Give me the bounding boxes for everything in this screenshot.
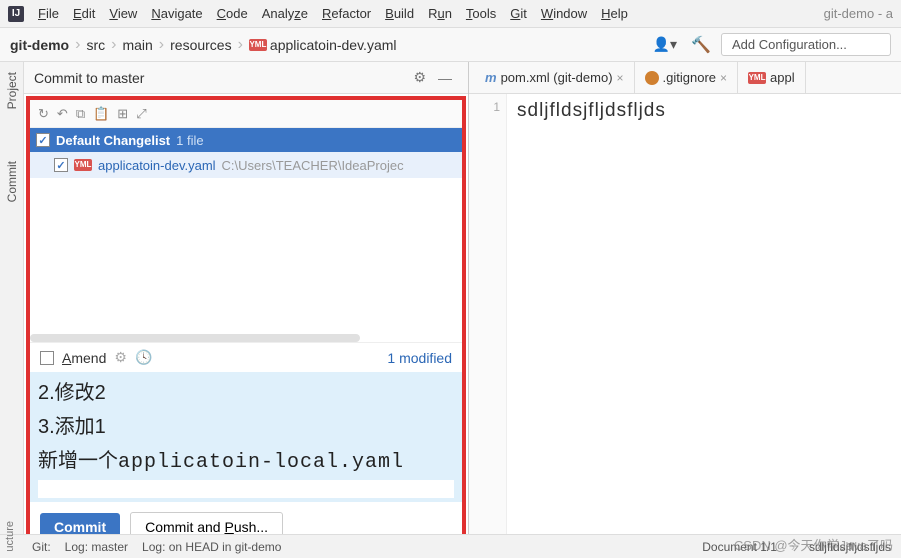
menu-view[interactable]: View [103,4,143,23]
sidebar-tab-commit[interactable]: Commit [5,155,19,208]
yaml-file-icon: YML [74,159,92,171]
menu-tools[interactable]: Tools [460,4,502,23]
msg-empty-line [38,480,454,498]
amend-checkbox[interactable]: ✓ [40,351,54,365]
commit-panel-header: Commit to master ⚙ — [24,62,468,94]
menu-code[interactable]: Code [211,4,254,23]
menu-git[interactable]: Git [504,4,533,23]
commit-toolbar: ↻ ↶ ⧉ 📋 ⊞ ⤢ [30,100,462,128]
left-tool-rail: Project Commit [0,62,24,558]
file-checkbox[interactable]: ✓ [54,158,68,172]
amend-label[interactable]: Amend [62,350,106,366]
code-content[interactable]: sdljfldsjfljdsfljds [507,94,676,558]
yaml-file-icon: YML [249,39,267,51]
build-icon[interactable]: 🔨 [691,35,711,55]
close-icon[interactable]: × [617,71,624,85]
commit-message-area[interactable]: 2.修改2 3.添加1 新增一个applicatoin-local.yaml [30,372,462,502]
amend-row: ✓ Amend ⚙ 🕓 1 modified [30,342,462,372]
tab-appl[interactable]: YML appl [738,62,806,93]
chevron-right-icon: › [109,36,118,54]
group-icon[interactable]: ⊞ [117,106,128,122]
sidebar-tab-project[interactable]: Project [5,66,19,115]
expand-icon[interactable]: ⤢ [136,106,146,122]
status-git[interactable]: Git: [32,540,51,554]
breadcrumb: git-demo › src › main › resources › YML … [10,36,397,54]
modified-count[interactable]: 1 modified [387,350,452,366]
menu-bar: IJ File Edit View Navigate Code Analyze … [0,0,901,28]
editor-area: m pom.xml (git-demo) × .gitignore × YML … [469,62,901,558]
commit-title: Commit to master [34,70,407,86]
editor-tabs: m pom.xml (git-demo) × .gitignore × YML … [469,62,901,94]
line-gutter: 1 [469,94,507,558]
breadcrumb-file[interactable]: YML applicatoin-dev.yaml [249,37,397,53]
gitignore-file-icon [645,71,659,85]
menu-analyze[interactable]: Analyze [256,4,314,23]
yaml-file-icon: YML [748,72,766,84]
chevron-right-icon: › [157,36,166,54]
menu-window[interactable]: Window [535,4,593,23]
tab-gitignore[interactable]: .gitignore × [635,62,739,93]
rollback-icon[interactable]: ↶ [57,106,68,122]
changelist-icon[interactable]: 📋 [93,106,109,122]
highlight-annotation: ↻ ↶ ⧉ 📋 ⊞ ⤢ ✓ Default Changelist 1 file … [26,96,466,556]
refresh-icon[interactable]: ↻ [38,106,49,122]
menu-help[interactable]: Help [595,4,634,23]
msg-line-3: 新增一个applicatoin-local.yaml [38,444,454,480]
menu-navigate[interactable]: Navigate [145,4,208,23]
structure-label[interactable]: ucture [4,521,16,552]
menu-run[interactable]: Run [422,4,458,23]
msg-line-1: 2.修改2 [38,376,454,410]
close-icon[interactable]: × [720,71,727,85]
menu-file[interactable]: File [32,4,65,23]
window-title: git-demo - a [824,6,893,21]
horizontal-scrollbar[interactable] [30,334,360,342]
minimize-icon[interactable]: — [432,70,458,86]
breadcrumb-project[interactable]: git-demo [10,37,69,53]
history-icon[interactable]: 🕓 [135,349,152,366]
file-list-area [30,178,462,334]
app-icon: IJ [8,6,24,22]
status-log-head[interactable]: Log: on HEAD in git-demo [142,540,281,554]
diff-icon[interactable]: ⧉ [76,106,85,122]
msg-line-2: 3.添加1 [38,410,454,444]
breadcrumb-src[interactable]: src [86,37,105,53]
user-icon[interactable]: 👤▾ [653,36,677,53]
nav-bar: git-demo › src › main › resources › YML … [0,28,901,62]
commit-panel: Commit to master ⚙ — ↻ ↶ ⧉ 📋 ⊞ ⤢ ✓ Defau… [24,62,469,558]
gear-icon[interactable]: ⚙ [407,69,432,86]
changelist-checkbox[interactable]: ✓ [36,133,50,147]
gear-small-icon[interactable]: ⚙ [114,349,127,366]
breadcrumb-main[interactable]: main [122,37,152,53]
run-config-dropdown[interactable]: Add Configuration... [721,33,891,56]
chevron-right-icon: › [73,36,82,54]
status-log-master[interactable]: Log: master [65,540,128,554]
menu-edit[interactable]: Edit [67,4,101,23]
menu-build[interactable]: Build [379,4,420,23]
editor-body: 1 sdljfldsjfljdsfljds [469,94,901,558]
breadcrumb-resources[interactable]: resources [170,37,231,53]
maven-file-icon: m [485,70,497,85]
watermark: CSDN @今天你学Java了吗 [734,535,893,554]
menu-refactor[interactable]: Refactor [316,4,377,23]
chevron-right-icon: › [236,36,245,54]
changed-file-row[interactable]: ✓ YML applicatoin-dev.yaml C:\Users\TEAC… [30,152,462,178]
tab-pom[interactable]: m pom.xml (git-demo) × [475,62,635,93]
changelist-header[interactable]: ✓ Default Changelist 1 file [30,128,462,152]
